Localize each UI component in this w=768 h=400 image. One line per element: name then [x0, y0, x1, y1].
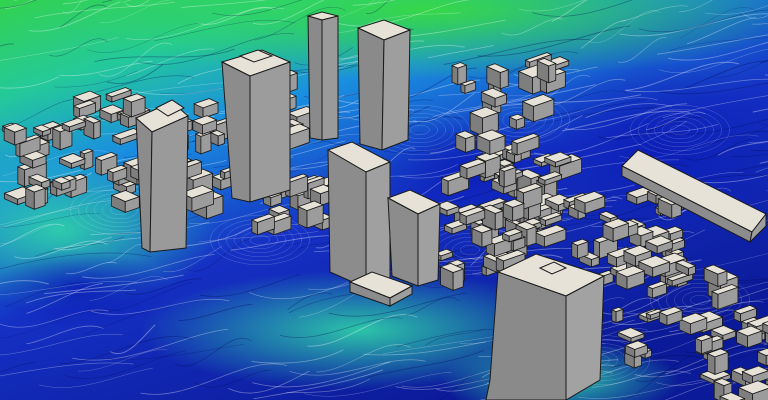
- tower-right-center: [386, 189, 442, 287]
- building-block: [209, 130, 226, 147]
- building-block: [536, 57, 557, 84]
- building-block: [439, 262, 465, 291]
- building-block: [24, 183, 47, 210]
- tower-slim: [306, 11, 339, 141]
- tower-center-left: [220, 49, 292, 203]
- building-block: [570, 238, 590, 260]
- building-block: [508, 113, 526, 130]
- building-block: [475, 129, 507, 156]
- tower-twin: [356, 19, 412, 151]
- tower-foreground: [485, 253, 606, 400]
- building-block: [297, 200, 325, 229]
- building-block: [502, 198, 525, 222]
- building-block: [470, 224, 493, 248]
- tower-left: [135, 99, 189, 253]
- cfd-flow-visualization: [0, 0, 768, 400]
- building-block: [82, 116, 102, 140]
- building-block: [694, 334, 714, 355]
- building-block: [3, 122, 28, 146]
- building-block: [610, 306, 624, 324]
- building-block: [706, 348, 730, 376]
- building-block: [498, 164, 517, 188]
- building-block: [450, 62, 468, 86]
- building-block: [454, 130, 476, 154]
- building-block: [122, 93, 147, 118]
- tower-center: [326, 141, 392, 289]
